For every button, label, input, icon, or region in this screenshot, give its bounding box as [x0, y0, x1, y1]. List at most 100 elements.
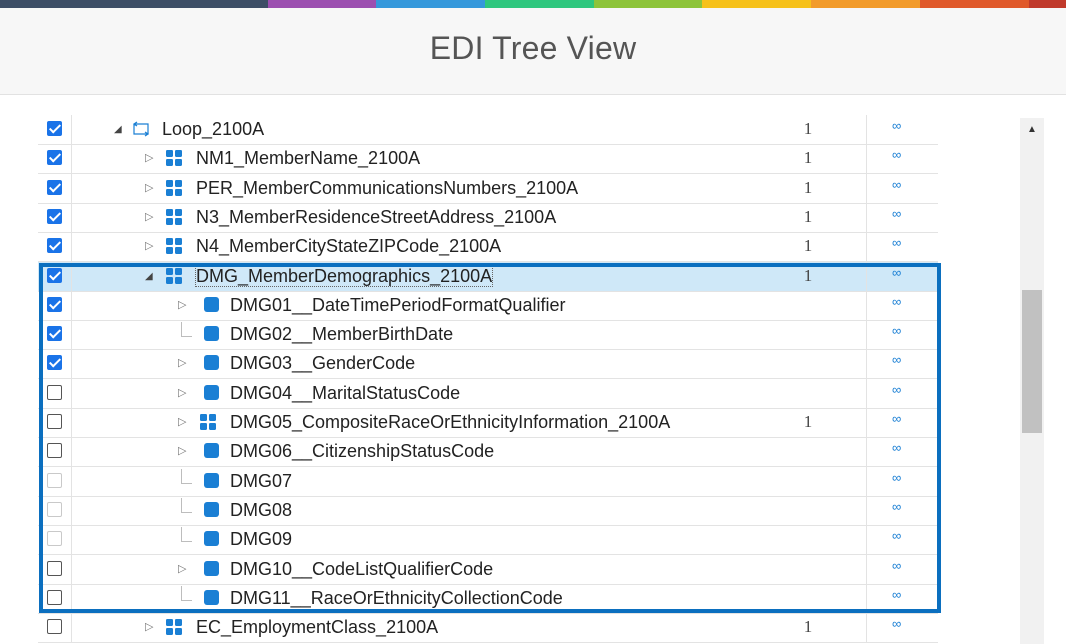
- tree-row[interactable]: ◢ DMG_MemberDemographics_2100A 1 ∞: [38, 261, 938, 292]
- tree-row[interactable]: ▷ DMG10__CodeListQualifierCode ∞: [38, 554, 938, 585]
- infinity-icon[interactable]: ∞: [892, 235, 901, 250]
- tree-node-label[interactable]: DMG11__RaceOrEthnicityCollectionCode: [230, 588, 563, 608]
- tree-row[interactable]: ▷ DMG03__GenderCode ∞: [38, 349, 938, 380]
- tree-row[interactable]: ▷ N3_MemberResidenceStreetAddress_2100A 1 ∞: [38, 202, 938, 233]
- infinity-icon[interactable]: ∞: [892, 206, 901, 221]
- element-icon: [204, 296, 219, 312]
- infinity-icon[interactable]: ∞: [892, 323, 901, 338]
- infinity-icon[interactable]: ∞: [892, 177, 901, 192]
- expand-arrow-icon[interactable]: ▷: [145, 182, 153, 194]
- row-checkbox[interactable]: [47, 414, 62, 429]
- expand-arrow-icon[interactable]: ▷: [178, 299, 186, 311]
- segment-icon: [166, 179, 182, 196]
- tree-row[interactable]: DMG07 ∞: [38, 466, 938, 497]
- infinity-icon[interactable]: ∞: [892, 587, 901, 602]
- tree-row[interactable]: ▷ NM1_MemberName_2100A 1 ∞: [38, 144, 938, 175]
- tree-node-label[interactable]: DMG02__MemberBirthDate: [230, 324, 453, 344]
- row-checkbox[interactable]: [47, 443, 62, 459]
- tree-row[interactable]: ▷ EC_EmploymentClass_2100A 1 ∞: [38, 613, 938, 644]
- edi-tree: ◢ Loop_2100A 1 ∞ ▷ NM1_MemberName_2100A 1 ∞ ▷ PER…: [38, 115, 938, 644]
- infinity-icon[interactable]: ∞: [892, 616, 901, 631]
- tree-leaf-connector: [181, 527, 192, 543]
- row-checkbox[interactable]: [47, 296, 62, 312]
- row-checkbox[interactable]: [47, 619, 62, 635]
- tree-node-label[interactable]: DMG03__GenderCode: [230, 353, 415, 373]
- tree-node-label[interactable]: DMG06__CitizenshipStatusCode: [230, 441, 494, 461]
- brand-color-segment: [811, 0, 920, 8]
- infinity-icon[interactable]: ∞: [892, 352, 901, 367]
- tree-row[interactable]: ▷ PER_MemberCommunicationsNumbers_2100A 1 ∞: [38, 173, 938, 204]
- checkbox-cell: [38, 378, 72, 408]
- tree-row[interactable]: DMG02__MemberBirthDate ∞: [38, 320, 938, 351]
- expand-arrow-icon[interactable]: ▷: [145, 240, 153, 252]
- expand-arrow-icon[interactable]: ▷: [178, 416, 186, 428]
- row-checkbox[interactable]: [47, 560, 62, 576]
- tree-row[interactable]: ▷ N4_MemberCityStateZIPCode_2100A 1 ∞: [38, 232, 938, 263]
- infinity-icon[interactable]: ∞: [892, 440, 901, 455]
- infinity-icon[interactable]: ∞: [892, 558, 901, 573]
- infinity-icon[interactable]: ∞: [892, 411, 901, 426]
- scroll-up-arrow-icon[interactable]: ▲: [1020, 124, 1044, 135]
- tree-node-label[interactable]: DMG_MemberDemographics_2100A: [194, 264, 494, 287]
- collapse-arrow-icon[interactable]: ◢: [145, 271, 153, 283]
- tree-node-label[interactable]: DMG09: [230, 529, 292, 549]
- row-checkbox[interactable]: [47, 355, 62, 371]
- tree-node-label[interactable]: NM1_MemberName_2100A: [196, 148, 420, 168]
- tree-node-label[interactable]: DMG05_CompositeRaceOrEthnicityInformatio…: [230, 412, 670, 432]
- expand-arrow-icon[interactable]: ▷: [178, 387, 186, 399]
- checkbox-cell: [38, 290, 72, 320]
- tree-row[interactable]: DMG08 ∞: [38, 495, 938, 526]
- row-checkbox[interactable]: [47, 208, 62, 224]
- scrollbar-thumb[interactable]: [1022, 290, 1042, 433]
- tree-row[interactable]: ▷ DMG01__DateTimePeriodFormatQualifier ∞: [38, 290, 938, 321]
- tree-row[interactable]: ◢ Loop_2100A 1 ∞: [38, 115, 938, 145]
- tree-node-label[interactable]: DMG04__MaritalStatusCode: [230, 383, 460, 403]
- tree-node-label[interactable]: DMG01__DateTimePeriodFormatQualifier: [230, 295, 565, 315]
- expand-arrow-icon[interactable]: ▷: [145, 621, 153, 633]
- row-checkbox[interactable]: [47, 179, 62, 195]
- tree-row[interactable]: ▷ DMG05_CompositeRaceOrEthnicityInformati…: [38, 408, 938, 438]
- row-checkbox[interactable]: [47, 384, 62, 400]
- row-checkbox[interactable]: [47, 150, 62, 166]
- tree-row[interactable]: DMG11__RaceOrEthnicityCollectionCode ∞: [38, 583, 938, 614]
- tree-node-label[interactable]: DMG07: [230, 471, 292, 491]
- row-checkbox[interactable]: [47, 121, 62, 136]
- infinity-icon[interactable]: ∞: [892, 147, 901, 162]
- row-checkbox[interactable]: [47, 326, 62, 342]
- segment-icon: [166, 150, 182, 167]
- tree-node-label[interactable]: N3_MemberResidenceStreetAddress_2100A: [196, 207, 556, 227]
- expand-arrow-icon[interactable]: ▷: [178, 563, 186, 575]
- tree-row[interactable]: DMG09 ∞: [38, 525, 938, 556]
- row-checkbox[interactable]: [47, 238, 62, 254]
- collapse-arrow-icon[interactable]: ◢: [114, 124, 122, 136]
- tree-node-label[interactable]: DMG10__CodeListQualifierCode: [230, 559, 493, 579]
- tree-node-label[interactable]: EC_EmploymentClass_2100A: [196, 617, 438, 637]
- expand-arrow-icon[interactable]: ▷: [145, 211, 153, 223]
- tree-node-label[interactable]: PER_MemberCommunicationsNumbers_2100A: [196, 178, 578, 198]
- vertical-scrollbar[interactable]: ▲: [1020, 118, 1044, 644]
- segment-icon: [166, 238, 182, 255]
- tree-leaf-connector: [181, 468, 192, 484]
- tree-row[interactable]: ▷ DMG04__MaritalStatusCode ∞: [38, 378, 938, 409]
- infinity-icon[interactable]: ∞: [892, 294, 901, 309]
- tree-node-label[interactable]: DMG08: [230, 500, 292, 520]
- infinity-icon[interactable]: ∞: [892, 265, 901, 280]
- infinity-icon[interactable]: ∞: [892, 382, 901, 397]
- tree-row[interactable]: ▷ DMG06__CitizenshipStatusCode ∞: [38, 437, 938, 468]
- element-icon: [204, 355, 219, 371]
- infinity-icon[interactable]: ∞: [892, 118, 901, 133]
- row-checkbox[interactable]: [47, 589, 62, 605]
- tree-node-label[interactable]: Loop_2100A: [162, 119, 264, 139]
- tree-node-label[interactable]: N4_MemberCityStateZIPCode_2100A: [196, 236, 501, 256]
- expand-arrow-icon[interactable]: ▷: [145, 152, 153, 164]
- checkbox-cell: [38, 115, 72, 144]
- infinity-icon[interactable]: ∞: [892, 499, 901, 514]
- row-checkbox[interactable]: [47, 267, 62, 283]
- expand-arrow-icon[interactable]: ▷: [178, 357, 186, 369]
- expand-arrow-icon[interactable]: ▷: [178, 445, 186, 457]
- brand-color-segment: [0, 0, 268, 8]
- occurrence-cell: [866, 173, 938, 203]
- infinity-icon[interactable]: ∞: [892, 470, 901, 485]
- infinity-icon[interactable]: ∞: [892, 528, 901, 543]
- occurrence-cell: [866, 437, 938, 467]
